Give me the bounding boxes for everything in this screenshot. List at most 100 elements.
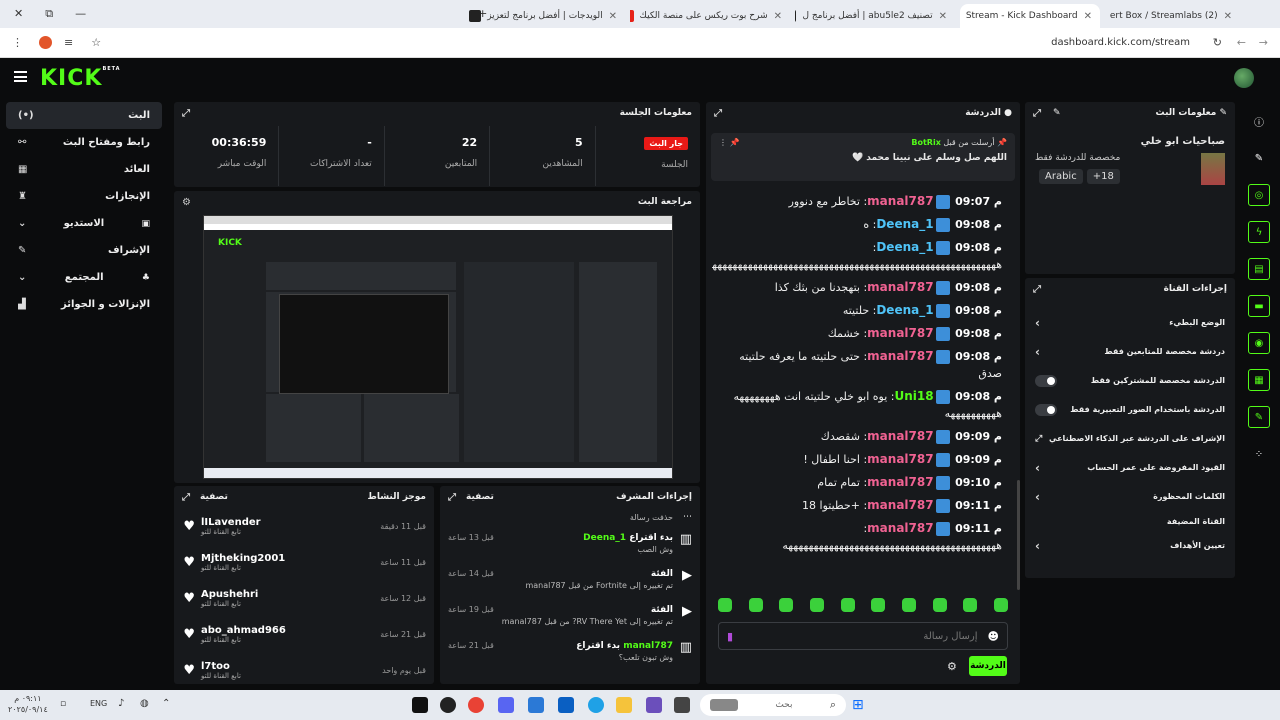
account-age-row[interactable]: القيود المفروضة على عمر الحساب › [1025, 453, 1235, 482]
emote-icon[interactable] [932, 598, 947, 612]
chat-message[interactable]: م 09:11 manal787: هههههههههههههههههههههه… [712, 517, 1012, 557]
tab-abu5le2[interactable]: ✕ تصنيف abu5le2 | أفضل برنامج ل [795, 4, 955, 28]
expand-icon[interactable]: ⤢ [182, 492, 190, 503]
chat-message[interactable]: م 09:08 Deena_1: ههههههههههههههههههههههه… [712, 236, 1012, 276]
slow-mode-row[interactable]: الوضع البطيء › [1025, 308, 1235, 337]
chat-scrollbar[interactable] [1017, 480, 1020, 590]
tray-chevron-icon[interactable]: ⌃ [162, 698, 170, 709]
sidebar-item-moderation[interactable]: الإشراف ✎ [6, 237, 162, 264]
language-indicator[interactable]: ENG [90, 699, 107, 708]
chat-input[interactable]: ☻ إرسال رسالة ▮ [718, 622, 1008, 650]
kick-logo[interactable]: KICKBETA [40, 66, 121, 91]
menu-dots-icon[interactable]: ⋮ [12, 36, 23, 49]
layout-icon[interactable]: ▦ [1248, 369, 1270, 391]
ai-moderation-row[interactable]: الإشراف على الدردشة عبر الذكاء الاصطناعي… [1025, 424, 1235, 453]
chrome-taskbar-icon[interactable] [468, 697, 484, 713]
chat-icon[interactable]: ▬ [1248, 295, 1270, 317]
sidebar-item-live[interactable]: البث (•) [6, 102, 162, 129]
followers-only-row[interactable]: دردشة مخصصة للمتابعين فقط › [1025, 337, 1235, 366]
expand-icon[interactable]: ⤢ [448, 492, 456, 503]
chat-message[interactable]: م 09:08 manal787: خشمك [712, 322, 1012, 345]
broadcast-icon[interactable]: ◉ [1248, 332, 1270, 354]
emote-icon[interactable] [748, 598, 763, 612]
clock[interactable]: ٠٩:١١ م ٢٠٢٥/٠٩/١٤ [8, 693, 48, 715]
sidebar-item-studio[interactable]: ▣ الاستديو ⌄ [6, 210, 162, 237]
expand-icon[interactable]: ⤢ [714, 108, 722, 119]
document-icon[interactable]: ▤ [1248, 258, 1270, 280]
taskbar-app-icon[interactable] [440, 697, 456, 713]
chat-message[interactable]: م 09:08 Deena_1: حلتيته [712, 299, 1012, 322]
taskbar-app-icon[interactable] [412, 697, 428, 713]
sidebar-item-community[interactable]: ♣ المجتمع ⌄ [6, 264, 162, 291]
tab-widgets[interactable]: ✕ الويدجات | أفضل برنامج لتعزيز [465, 4, 625, 28]
bolt-icon[interactable]: ϟ [1248, 221, 1270, 243]
network-icon[interactable]: ◍ [140, 698, 149, 709]
sidebar-item-drops[interactable]: الإنزالات و الجوائز ▟ [6, 291, 162, 318]
reload-icon[interactable]: ↻ [1213, 36, 1222, 49]
activity-filter-button[interactable]: تصفية [200, 492, 228, 502]
target-icon[interactable]: ◎ [1248, 184, 1270, 206]
expand-icon[interactable]: ⤢ [1033, 108, 1041, 119]
pinned-message[interactable]: 📌 أرسلت من قبل BotRix 📌 ⋮ اللهم صل وسلم … [711, 133, 1015, 181]
discord-taskbar-icon[interactable] [498, 697, 514, 713]
wrench-icon[interactable]: ✎ [1248, 406, 1270, 428]
url-text[interactable]: dashboard.kick.com/stream [1051, 37, 1190, 48]
subs-only-toggle[interactable] [1035, 374, 1057, 387]
goals-row[interactable]: تعيين الأهداف › [1025, 531, 1235, 560]
taskbar-app-icon[interactable] [674, 697, 690, 713]
mic-tray-icon[interactable]: ♪ [118, 698, 124, 709]
modactions-filter-button[interactable]: تصفية [466, 492, 494, 502]
chat-send-button[interactable]: الدردشة [969, 656, 1007, 676]
emote-icon[interactable] [871, 598, 886, 612]
emote-icon[interactable] [779, 598, 794, 612]
chat-message[interactable]: م 09:08 manal787: حتى حلتيته ما يعرفه حل… [712, 345, 1012, 385]
notification-icon[interactable]: ▫ [60, 699, 66, 709]
stream-preview-video[interactable]: KICK [203, 215, 673, 479]
close-window-icon[interactable]: ✕ [14, 7, 23, 21]
forward-icon[interactable]: → [1259, 36, 1268, 49]
windows-start-icon[interactable]: ⊞ [852, 697, 864, 713]
tab-youtube-botrix[interactable]: ✕ شرح بوت ريكس على منصة الكيك [630, 4, 790, 28]
chat-message[interactable]: م 09:10 manal787: تمام تمام [712, 471, 1012, 494]
maximize-window-icon[interactable]: ⧉ [45, 7, 53, 21]
expand-icon[interactable]: ⤢ [182, 108, 190, 119]
chat-message[interactable]: م 09:07 manal787: تخاطر مع دنوور [712, 190, 1012, 213]
expand-icon[interactable]: ⤢ [1033, 284, 1041, 295]
info-icon[interactable]: ⓘ [1248, 110, 1270, 132]
chat-message[interactable]: م 09:08 Deena_1: ه [712, 213, 1012, 236]
tab-kick-dashboard[interactable]: ✕ Stream - Kick Dashboard [960, 4, 1100, 28]
edit-icon[interactable]: ✎ [1053, 108, 1061, 119]
chat-message[interactable]: م 09:09 manal787: شقصدك [712, 425, 1012, 448]
back-icon[interactable]: ← [1237, 36, 1246, 49]
sidebar-item-revenue[interactable]: العائد ▦ [6, 156, 162, 183]
taskbar-app-icon[interactable] [646, 697, 662, 713]
banned-words-row[interactable]: الكلمات المحظورة › [1025, 482, 1235, 511]
user-avatar[interactable] [1234, 68, 1254, 88]
store-taskbar-icon[interactable] [558, 697, 574, 713]
chat-message[interactable]: م 09:09 manal787: احنا اطفال ! [712, 448, 1012, 471]
taskbar-app-icon[interactable] [528, 697, 544, 713]
emote-icon[interactable] [963, 598, 978, 612]
emote-icon[interactable] [718, 598, 732, 612]
sidebar-item-stream-key[interactable]: رابط ومفتاح البث ⚯ [6, 129, 162, 156]
emoji-icon[interactable]: ☻ [988, 630, 999, 643]
settings-icon[interactable]: ⚙ [182, 197, 191, 208]
emote-only-toggle[interactable] [1035, 403, 1057, 416]
hamburger-menu-icon[interactable] [14, 71, 27, 82]
chat-settings-icon[interactable]: ⚙ [947, 660, 957, 673]
profile-icon[interactable] [39, 36, 52, 49]
emote-icon[interactable] [840, 598, 855, 612]
taskbar-search[interactable]: ⌕ بحث [700, 694, 846, 716]
bookmark-star-icon[interactable]: ☆ [91, 36, 101, 49]
dots-icon[interactable]: ⁘ [1248, 443, 1270, 465]
pin-menu-icon[interactable]: 📌 ⋮ [719, 138, 740, 147]
explorer-taskbar-icon[interactable] [616, 697, 632, 713]
emote-icon[interactable] [993, 598, 1008, 612]
chat-message[interactable]: م 09:08 manal787: بتهجدنا من بثك كذا [712, 276, 1012, 299]
chat-message[interactable]: م 09:11 manal787: +حطيتوا 18 [712, 494, 1012, 517]
extensions-icon[interactable]: ≡ [64, 36, 73, 49]
minimize-window-icon[interactable]: — [75, 7, 86, 21]
tab-alert-box[interactable]: ✕ (2) Alert Box / Streamlabs [1110, 4, 1240, 28]
chat-message[interactable]: م 09:08 Uni18: يوه ابو خلي حلتيته انت هه… [712, 385, 1012, 425]
edge-taskbar-icon[interactable] [588, 697, 604, 713]
